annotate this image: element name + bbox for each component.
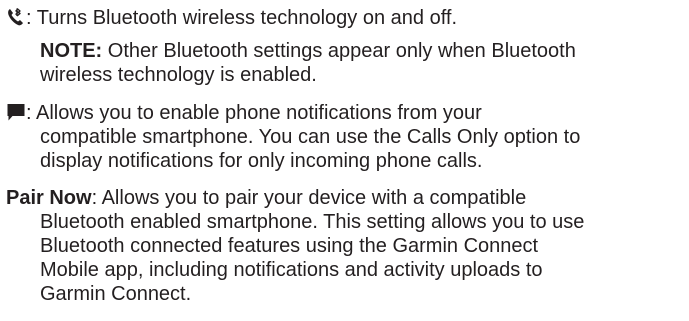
- bluetooth-description-line: : Turns Bluetooth wireless technology on…: [6, 6, 457, 33]
- notifications-text-3: display notifications for only incoming …: [40, 150, 483, 172]
- note-text-1: Other Bluetooth settings appear only whe…: [102, 40, 576, 62]
- pair-now-term: Pair Now: [6, 187, 92, 209]
- bluetooth-note-line-1: NOTE: Other Bluetooth settings appear on…: [40, 39, 576, 63]
- notifications-description-line-1: : Allows you to enable phone notificatio…: [6, 101, 482, 128]
- bluetooth-note-line-2: wireless technology is enabled.: [40, 63, 317, 87]
- pair-now-text-5: Garmin Connect.: [40, 283, 192, 305]
- pair-now-description-line-2: Bluetooth enabled smartphone. This setti…: [40, 210, 584, 234]
- notifications-description-line-2: compatible smartphone. You can use the C…: [40, 125, 580, 149]
- pair-now-text-3: Bluetooth connected features using the G…: [40, 235, 539, 257]
- pair-now-text-4: Mobile app, including notifications and …: [40, 259, 543, 281]
- speech-bubble-icon: [6, 102, 26, 128]
- settings-description-page: : Turns Bluetooth wireless technology on…: [0, 0, 689, 321]
- pair-now-description-line-1: Pair Now: Allows you to pair your device…: [6, 186, 526, 210]
- bluetooth-phone-icon: [6, 7, 26, 33]
- note-label: NOTE:: [40, 40, 103, 62]
- notifications-description-line-3: display notifications for only incoming …: [40, 149, 482, 173]
- pair-now-description-line-4: Mobile app, including notifications and …: [40, 258, 543, 282]
- pair-now-text-1: : Allows you to pair your device with a …: [91, 187, 527, 209]
- pair-now-description-line-3: Bluetooth connected features using the G…: [40, 234, 538, 258]
- notifications-text-1: : Allows you to enable phone notificatio…: [26, 102, 482, 124]
- bluetooth-description-text: : Turns Bluetooth wireless technology on…: [26, 7, 458, 29]
- notifications-text-2: compatible smartphone. You can use the C…: [40, 126, 581, 148]
- pair-now-text-2: Bluetooth enabled smartphone. This setti…: [40, 211, 585, 233]
- note-text-2: wireless technology is enabled.: [40, 64, 317, 86]
- pair-now-description-line-5: Garmin Connect.: [40, 282, 191, 306]
